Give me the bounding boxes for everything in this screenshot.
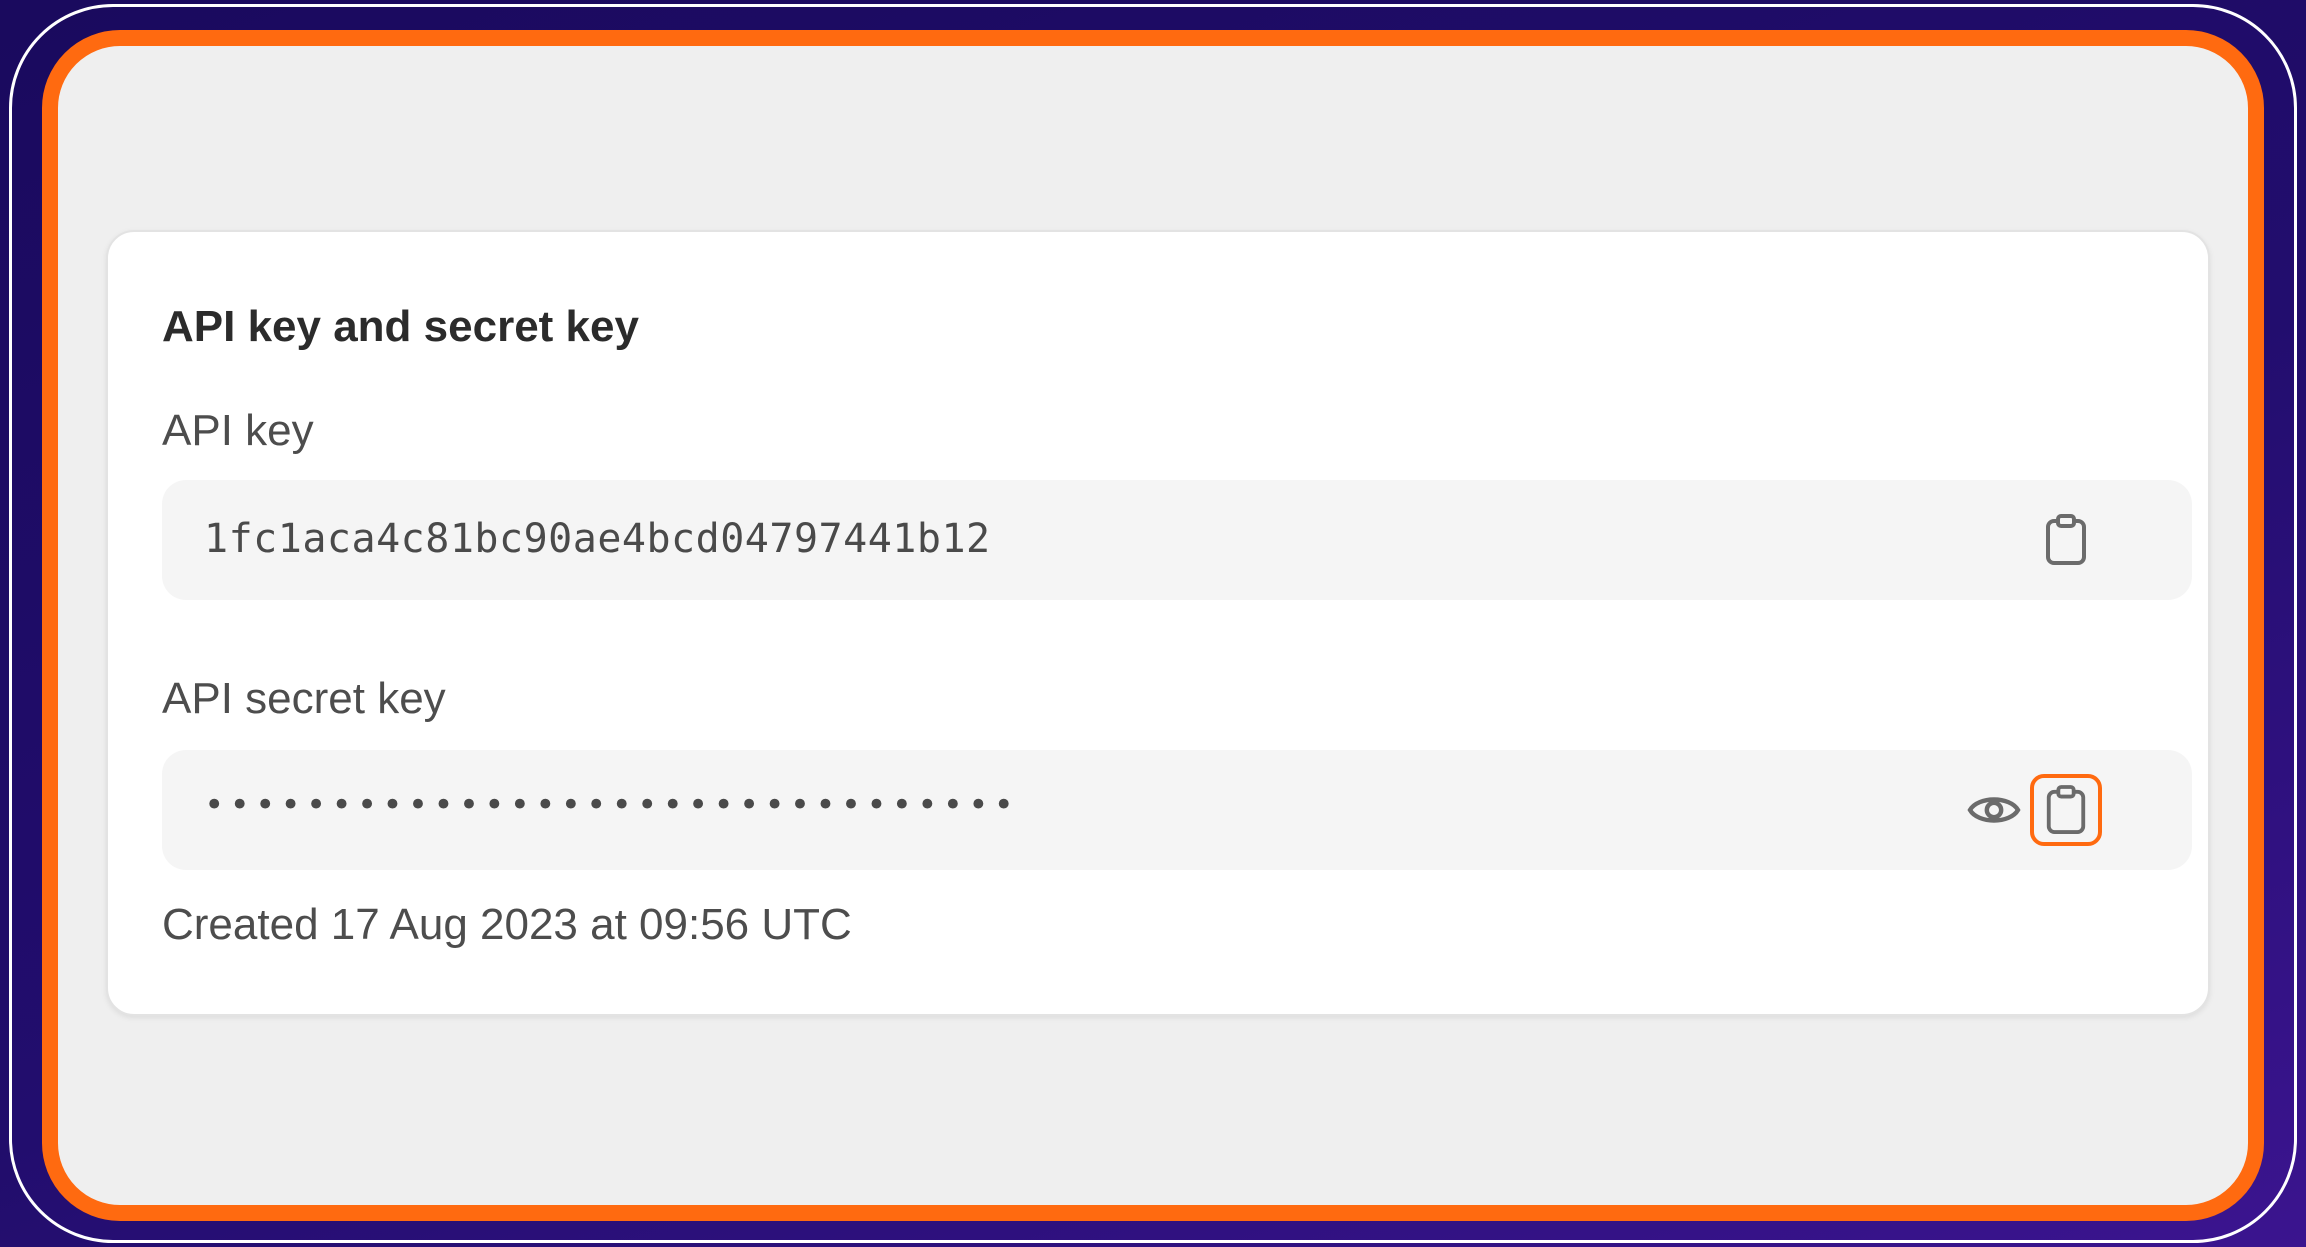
card-title: API key and secret key bbox=[162, 302, 639, 351]
api-key-label: API key bbox=[162, 406, 314, 455]
clipboard-icon bbox=[2046, 785, 2086, 834]
eye-icon bbox=[1967, 797, 2021, 823]
reveal-secret-button[interactable] bbox=[1958, 774, 2030, 846]
api-key-field: 1fc1aca4c81bc90ae4bcd04797441b12 bbox=[162, 480, 2192, 600]
api-key-value[interactable]: 1fc1aca4c81bc90ae4bcd04797441b12 bbox=[204, 512, 991, 566]
copy-api-key-button[interactable] bbox=[2030, 504, 2102, 576]
api-secret-key-value[interactable]: •••••••••••••••••••••••••••••••• bbox=[204, 778, 1019, 832]
copy-secret-key-button[interactable] bbox=[2030, 774, 2102, 846]
clipboard-icon bbox=[2046, 514, 2086, 565]
created-timestamp: Created 17 Aug 2023 at 09:56 UTC bbox=[162, 900, 852, 949]
api-secret-key-label: API secret key bbox=[162, 674, 446, 723]
api-secret-key-field: •••••••••••••••••••••••••••••••• bbox=[162, 750, 2192, 870]
